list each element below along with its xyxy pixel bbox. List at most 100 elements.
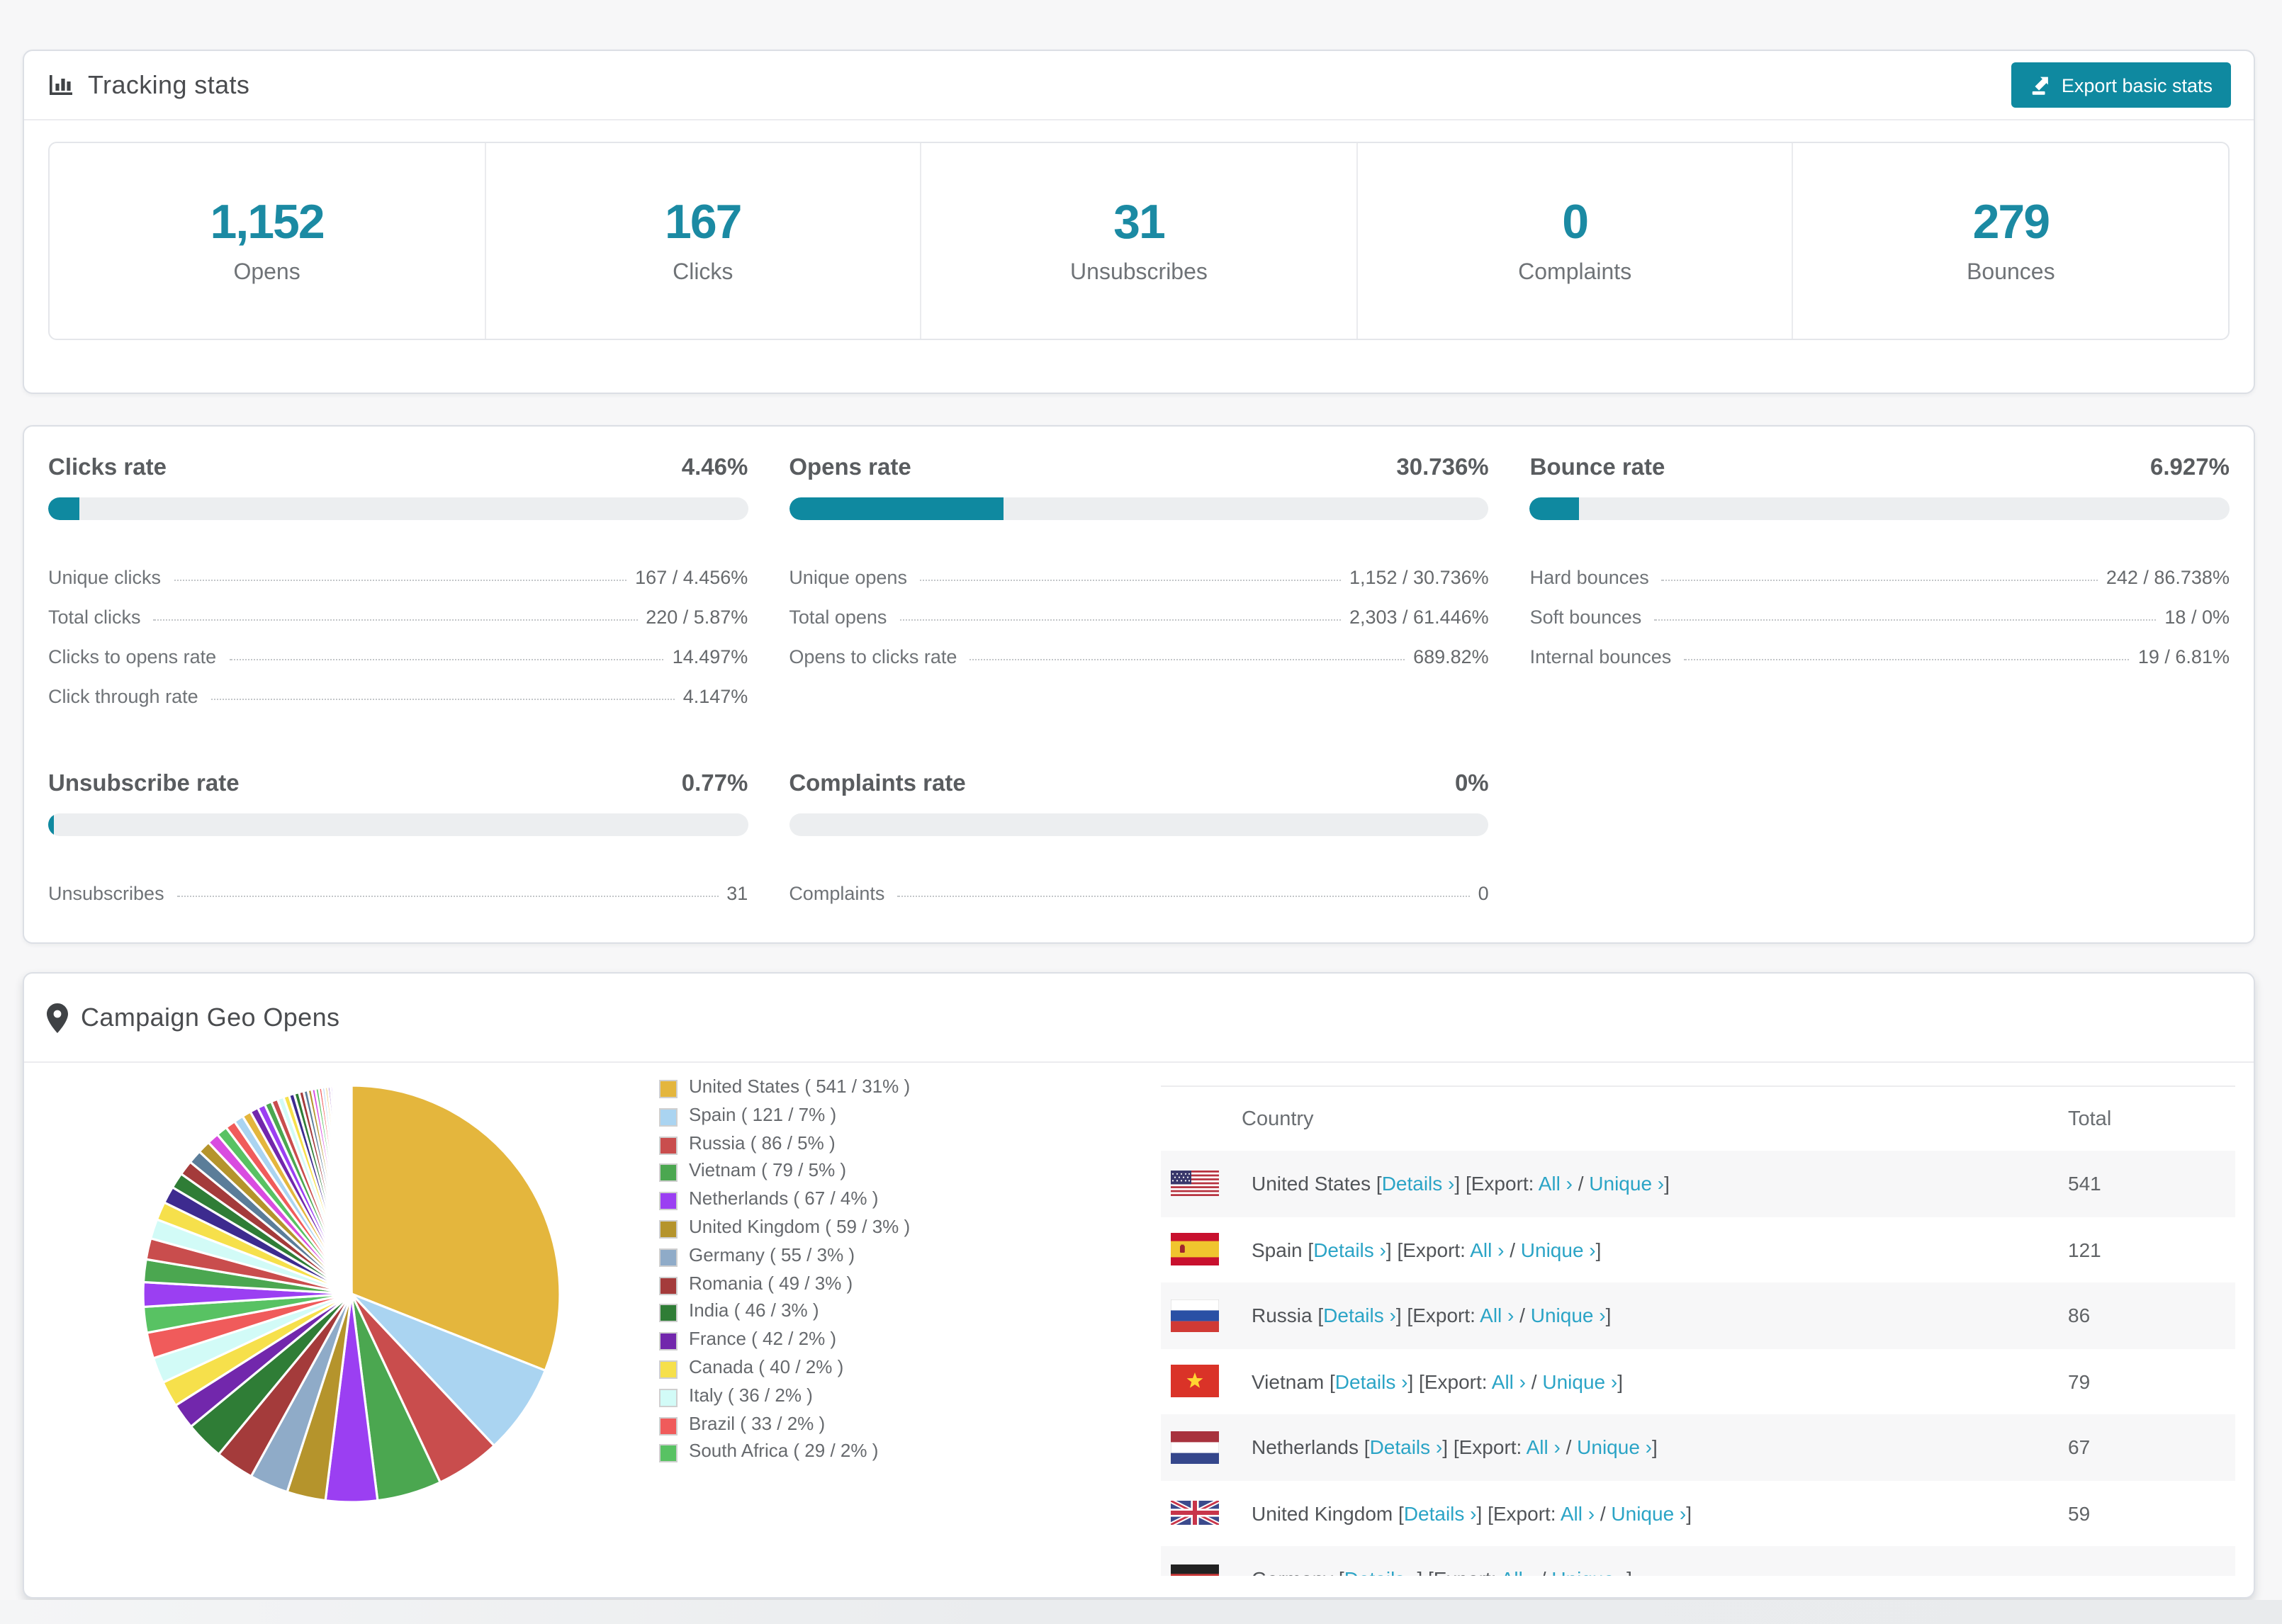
legend-color-swatch (659, 1332, 678, 1351)
slash-separator: / (1526, 1370, 1543, 1393)
map-pin-icon (47, 1003, 68, 1032)
details-link[interactable]: Details › (1404, 1502, 1477, 1525)
rate-detail-row: Opens to clicks rate 689.82% (789, 632, 1488, 672)
country-name: Spain (1252, 1238, 1303, 1261)
details-link[interactable]: Details › (1335, 1370, 1408, 1393)
rate-card-bounce-rate: Bounce rate 6.927% Hard bounces 242 / 86.73… (1529, 455, 2230, 711)
rate-detail-row: Clicks to opens rate 14.497% (48, 632, 748, 672)
rate-row-label: Unique opens (789, 567, 907, 588)
details-link[interactable]: Details › (1370, 1436, 1443, 1459)
stat-label: Opens (233, 261, 300, 285)
legend-item-vietnam: Vietnam ( 79 / 5% ) (659, 1160, 910, 1188)
details-link[interactable]: Details › (1382, 1173, 1455, 1195)
rate-progress-fill (789, 497, 1004, 520)
rate-value: 0.77% (681, 771, 748, 796)
rate-title: Unsubscribe rate (48, 771, 240, 796)
rate-title: Opens rate (789, 455, 911, 480)
stat-label: Bounces (1967, 261, 2055, 285)
stat-box-unsubscribes: 31 Unsubscribes (921, 143, 1358, 339)
legend-item-france: France ( 42 / 2% ) (659, 1328, 910, 1356)
rate-progress-fill (48, 497, 80, 520)
rate-detail-rows: Unique opens 1,152 / 30.736% Total opens 2,… (789, 553, 1488, 672)
rate-progress-track (1529, 497, 2230, 520)
rate-card-clicks-rate: Clicks rate 4.46% Unique clicks 167 / 4.456… (48, 455, 748, 711)
rates-grid: Clicks rate 4.46% Unique clicks 167 / 4.456… (48, 455, 2230, 908)
column-header-total: Total (2068, 1107, 2112, 1130)
legend-label: South Africa ( 29 / 2% ) (689, 1440, 879, 1462)
bracket-close: ] (1605, 1304, 1612, 1327)
legend-color-swatch (659, 1219, 678, 1239)
export-all-link[interactable]: All › (1480, 1304, 1514, 1327)
details-link[interactable]: Details › (1344, 1568, 1417, 1577)
rate-row-label: Internal bounces (1529, 646, 1672, 667)
page-title: Tracking stats (88, 70, 250, 98)
slash-separator: / (1514, 1304, 1531, 1327)
rate-progress-track (789, 497, 1489, 520)
legend-item-russia: Russia ( 86 / 5% ) (659, 1132, 910, 1160)
export-all-link[interactable]: All › (1527, 1436, 1561, 1459)
legend-label: Russia ( 86 / 5% ) (689, 1132, 836, 1154)
export-basic-stats-button[interactable]: Export basic stats (2011, 62, 2231, 108)
export-all-link[interactable]: All › (1561, 1502, 1595, 1525)
dotted-leader (229, 659, 664, 660)
export-all-link[interactable]: All › (1470, 1239, 1504, 1261)
country-name: United States (1252, 1172, 1371, 1195)
vietnam-flag-icon (1171, 1365, 1219, 1398)
rate-card-head: Complaints rate 0% (789, 771, 1488, 798)
pie-slice-58[interactable] (349, 1084, 353, 1295)
legend-color-swatch (659, 1304, 678, 1323)
country-cell: United Kingdom [Details ›] [Export: All … (1252, 1502, 1692, 1525)
export-unique-link[interactable]: Unique › (1551, 1568, 1626, 1577)
export-prefix: ] [Export: (1476, 1501, 1561, 1525)
legend-label: United Kingdom ( 59 / 3% ) (689, 1215, 911, 1237)
export-unique-link[interactable]: Unique › (1521, 1239, 1596, 1261)
rate-row-value: 2,303 / 61.446% (1349, 607, 1489, 628)
dotted-leader (210, 699, 675, 700)
export-all-link[interactable]: All › (1492, 1370, 1526, 1393)
rate-value: 30.736% (1396, 455, 1489, 480)
stat-box-clicks: 167 Clicks (485, 143, 922, 339)
dashboard-page: Tracking stats Export basic stats 1,152 O… (0, 0, 2282, 1624)
export-all-link[interactable]: All › (1539, 1173, 1573, 1195)
legend-item-canada: Canada ( 40 / 2% ) (659, 1356, 910, 1385)
export-unique-link[interactable]: Unique › (1611, 1502, 1686, 1525)
legend-label: United States ( 541 / 31% ) (689, 1076, 911, 1097)
export-all-link[interactable]: All › (1501, 1568, 1535, 1577)
rate-row-value: 4.147% (682, 686, 748, 707)
bracket: [ (1312, 1304, 1324, 1327)
rate-row-value: 167 / 4.456% (635, 567, 748, 588)
germany-flag-icon (1171, 1564, 1219, 1576)
table-row-united-states: United States [Details ›] [Export: All ›… (1161, 1151, 2235, 1217)
rate-row-value: 31 (726, 883, 748, 904)
bracket-close: ] (1664, 1172, 1670, 1195)
bracket-close: ] (1595, 1238, 1602, 1261)
legend-item-italy: Italy ( 36 / 2% ) (659, 1385, 910, 1413)
export-unique-link[interactable]: Unique › (1589, 1173, 1664, 1195)
export-prefix: ] [Export: (1407, 1370, 1492, 1393)
slash-separator: / (1560, 1436, 1578, 1459)
stat-label: Complaints (1518, 261, 1632, 285)
rate-row-value: 18 / 0% (2164, 607, 2230, 628)
export-unique-link[interactable]: Unique › (1531, 1304, 1606, 1327)
rate-row-label: Complaints (789, 883, 885, 904)
dotted-leader (899, 619, 1341, 621)
legend-color-swatch (659, 1192, 678, 1211)
united-kingdom-flag-icon (1171, 1501, 1219, 1526)
export-unique-link[interactable]: Unique › (1577, 1436, 1652, 1459)
rate-detail-row: Unique opens 1,152 / 30.736% (789, 553, 1488, 592)
rate-row-label: Soft bounces (1529, 607, 1642, 628)
dotted-leader (153, 619, 638, 621)
rate-detail-row: Total opens 2,303 / 61.446% (789, 592, 1488, 632)
united-states-flag-icon (1171, 1171, 1219, 1197)
rate-detail-row: Internal bounces 19 / 6.81% (1530, 632, 2230, 672)
rate-progress-fill (48, 813, 55, 836)
dotted-leader (919, 580, 1341, 581)
details-link[interactable]: Details › (1313, 1239, 1386, 1261)
details-link[interactable]: Details › (1323, 1304, 1396, 1327)
rate-row-label: Total opens (789, 607, 887, 628)
rate-row-value: 1,152 / 30.736% (1349, 567, 1489, 588)
geo-opens-table: Country Total United States [Details ›] … (1161, 1086, 2235, 1576)
export-unique-link[interactable]: Unique › (1542, 1370, 1617, 1393)
geo-opens-pie-chart[interactable] (126, 1068, 580, 1522)
legend-item-united-kingdom: United Kingdom ( 59 / 3% ) (659, 1216, 910, 1244)
